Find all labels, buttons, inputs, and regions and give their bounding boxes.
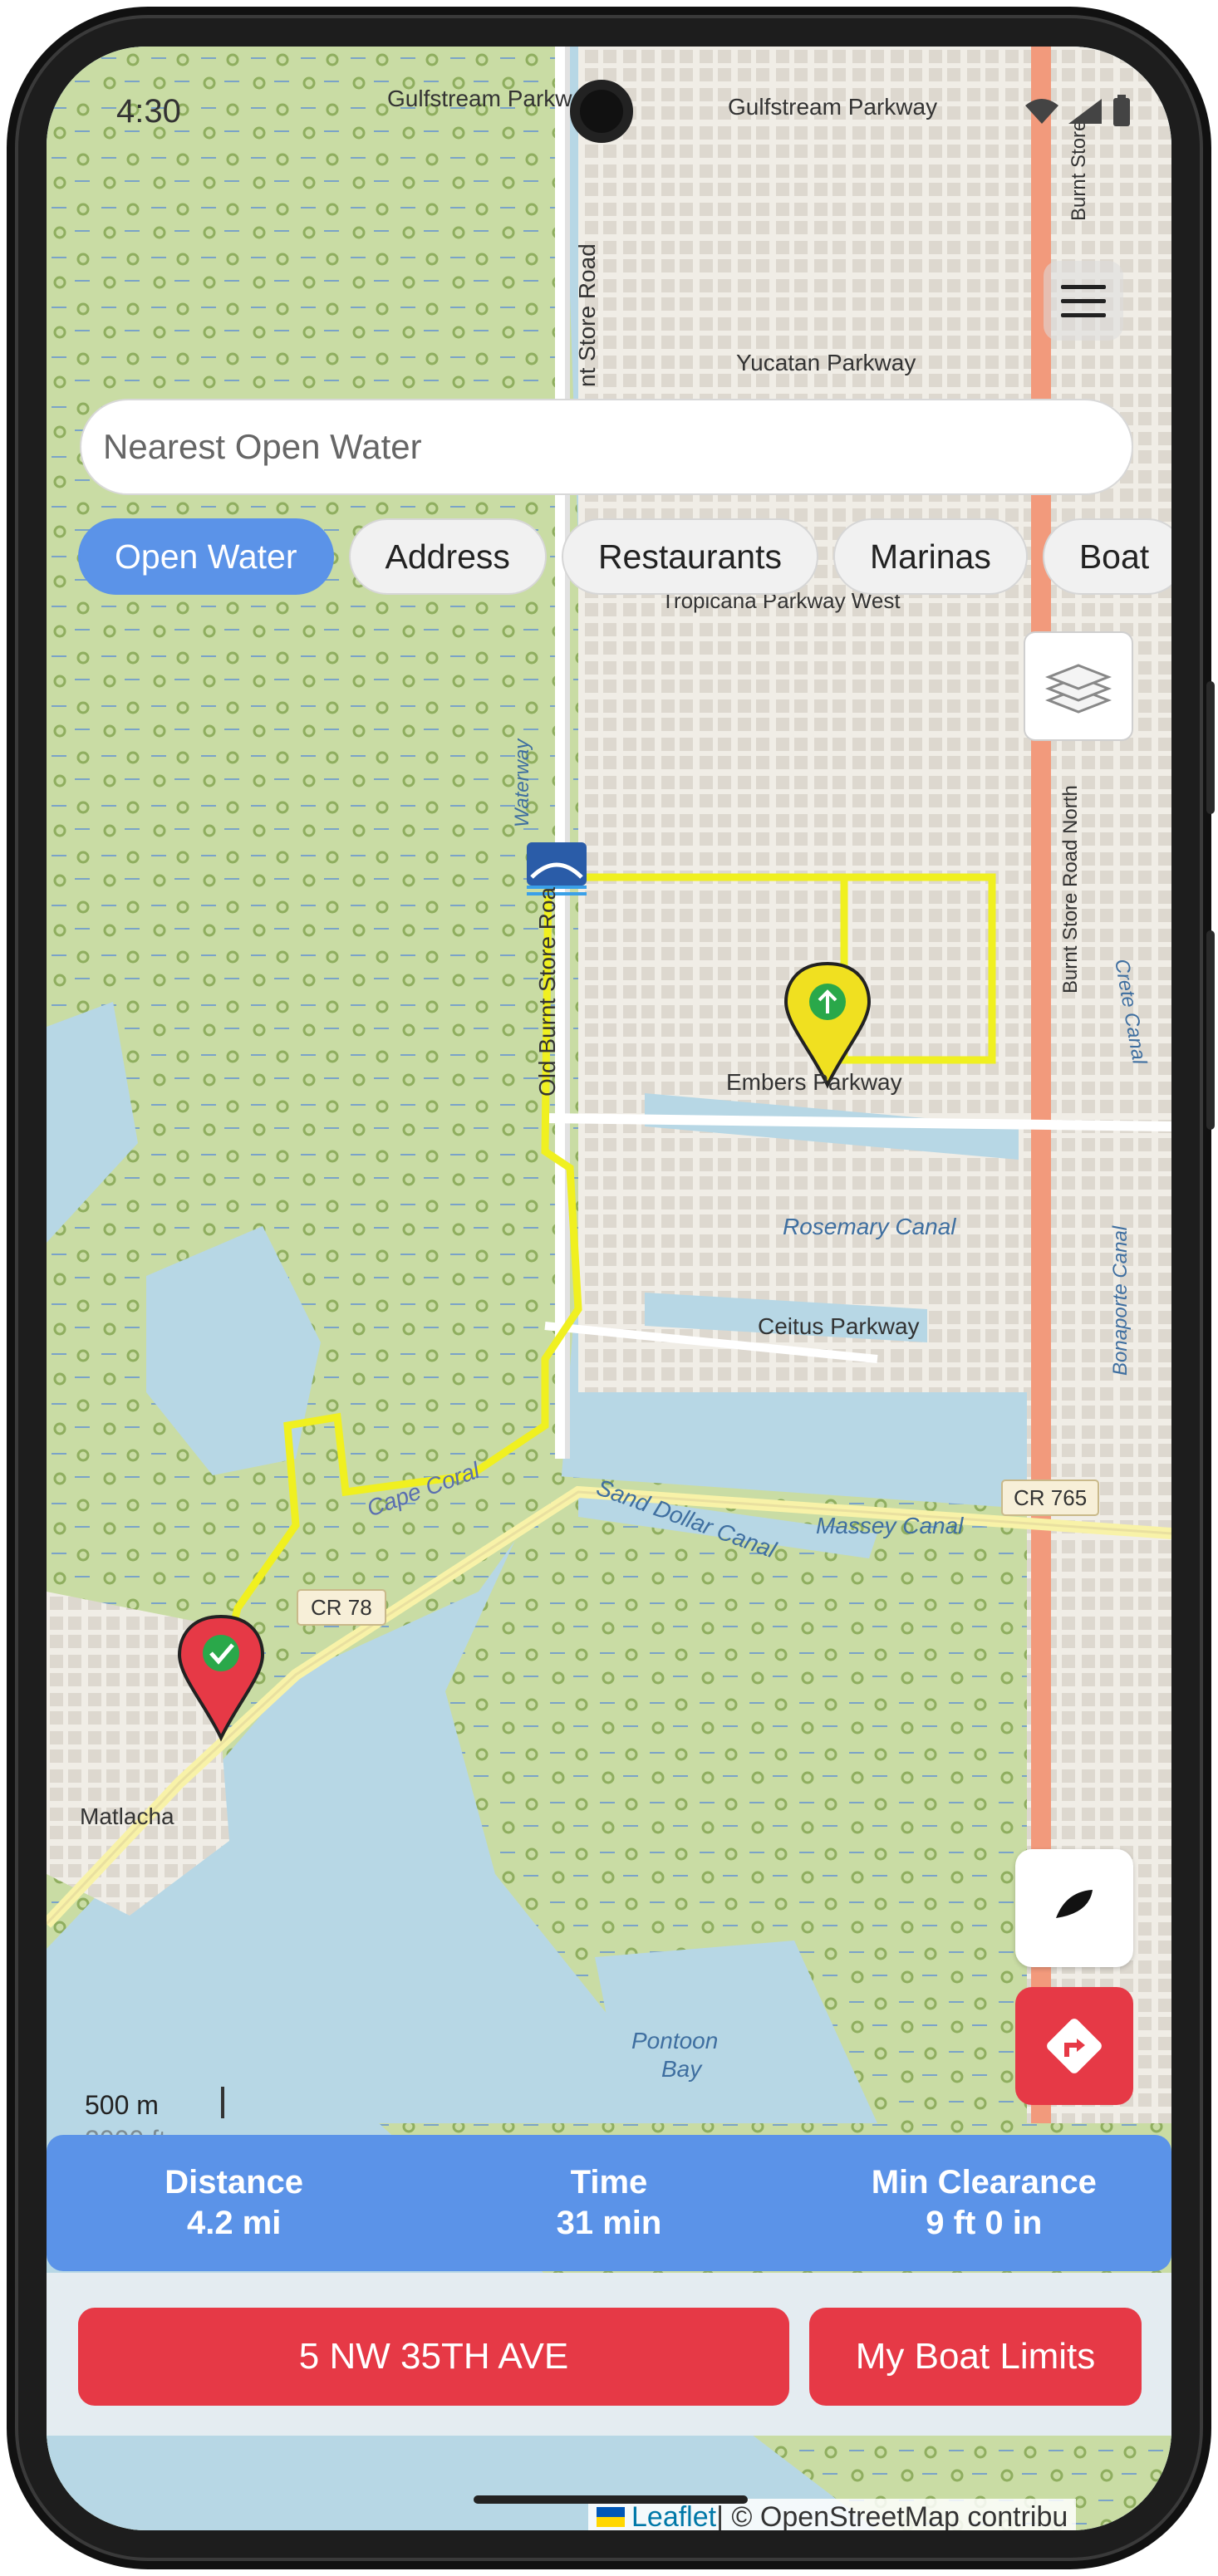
map-label-gulfstream-right: Gulfstream Parkway (728, 94, 937, 120)
road-shield-cr765-label: CR 765 (1014, 1485, 1087, 1510)
category-chips: Open Water Address Restaurants Marinas B… (78, 518, 1171, 598)
stat-time-value: 31 min (556, 2205, 662, 2241)
stat-distance-label: Distance (165, 2164, 304, 2201)
screen: Gulfstream Parkw Gulfstream Parkway nt S… (47, 47, 1171, 2530)
menu-button[interactable] (1044, 261, 1123, 341)
boat-icon (1056, 1890, 1093, 1918)
status-time: 4:30 (116, 93, 181, 130)
map-label-rosemary: Rosemary Canal (783, 1214, 956, 1239)
map-label-ceitus: Ceitus Parkway (758, 1313, 920, 1339)
boat-limits-button[interactable]: My Boat Limits (809, 2308, 1142, 2406)
directions-button[interactable] (1015, 1987, 1133, 2105)
search-input[interactable]: Nearest Open Water (80, 399, 1133, 495)
boat-button[interactable] (1015, 1849, 1133, 1967)
map-label-burnt-store: nt Store Road (574, 243, 600, 387)
volume-button (1206, 930, 1215, 1130)
stat-time: Time 31 min (435, 2164, 783, 2242)
scale-metric: 500 m (85, 2090, 159, 2120)
road-shield-cr78: CR 78 (297, 1589, 386, 1626)
stat-time-label: Time (570, 2164, 648, 2201)
map-label-massey: Massey Canal (816, 1513, 964, 1538)
hamburger-icon (1061, 284, 1106, 289)
stat-clearance: Min Clearance 9 ft 0 in (809, 2164, 1158, 2242)
battery-icon (1113, 95, 1130, 126)
attribution-text: | © OpenStreetMap contribu (716, 2500, 1068, 2531)
address-button[interactable]: 5 NW 35TH AVE (78, 2308, 789, 2406)
map-label-waterway: Waterway (511, 738, 533, 827)
road-shield-cr765: CR 765 (1001, 1479, 1099, 1516)
stat-clearance-value: 9 ft 0 in (926, 2205, 1043, 2241)
stat-distance-value: 4.2 mi (186, 2205, 282, 2241)
bridge-icon (527, 842, 587, 895)
layers-button[interactable] (1024, 631, 1133, 741)
chip-address[interactable]: Address (348, 518, 547, 595)
road-shield-cr78-label: CR 78 (311, 1595, 372, 1620)
map-label-pontoon: Pontoon (631, 2028, 718, 2053)
status-icons (1024, 95, 1133, 128)
layers-icon (1045, 664, 1112, 714)
chip-marinas[interactable]: Marinas (833, 518, 1028, 595)
map-label-matlacha: Matlacha (80, 1803, 174, 1829)
leaflet-link[interactable]: Leaflet (631, 2501, 716, 2531)
map-label-bonaporte: Bonaporte Canal (1109, 1225, 1132, 1376)
map-label-yucatan: Yucatan Parkway (736, 350, 916, 375)
chip-restaurants[interactable]: Restaurants (561, 518, 818, 595)
scale-bar (221, 2087, 224, 2118)
route-stats: Distance 4.2 mi Time 31 min Min Clearanc… (47, 2135, 1171, 2271)
stat-clearance-label: Min Clearance (871, 2164, 1097, 2201)
map-label-old-burnt-store: Old Burnt Store Roa (534, 886, 560, 1097)
signal-icon (1068, 99, 1102, 124)
front-camera (570, 80, 633, 143)
map-label-gulfstream-left: Gulfstream Parkw (387, 86, 572, 111)
chip-open-water[interactable]: Open Water (78, 518, 334, 595)
map-label-bay: Bay (661, 2056, 703, 2082)
directions-icon (1047, 2019, 1102, 2073)
map-label-burnt-store-north: Burnt Store Road North (1059, 785, 1082, 994)
home-indicator[interactable] (474, 2495, 748, 2504)
wifi-icon (1025, 99, 1058, 124)
map-label-embers: Embers Parkway (726, 1069, 902, 1095)
stat-distance: Distance 4.2 mi (60, 2164, 409, 2242)
map-label-burnt-top: Burnt Store (1068, 120, 1090, 221)
ukraine-flag-icon (597, 2507, 625, 2527)
power-button (1206, 681, 1215, 814)
chip-boat[interactable]: Boat (1042, 518, 1171, 595)
